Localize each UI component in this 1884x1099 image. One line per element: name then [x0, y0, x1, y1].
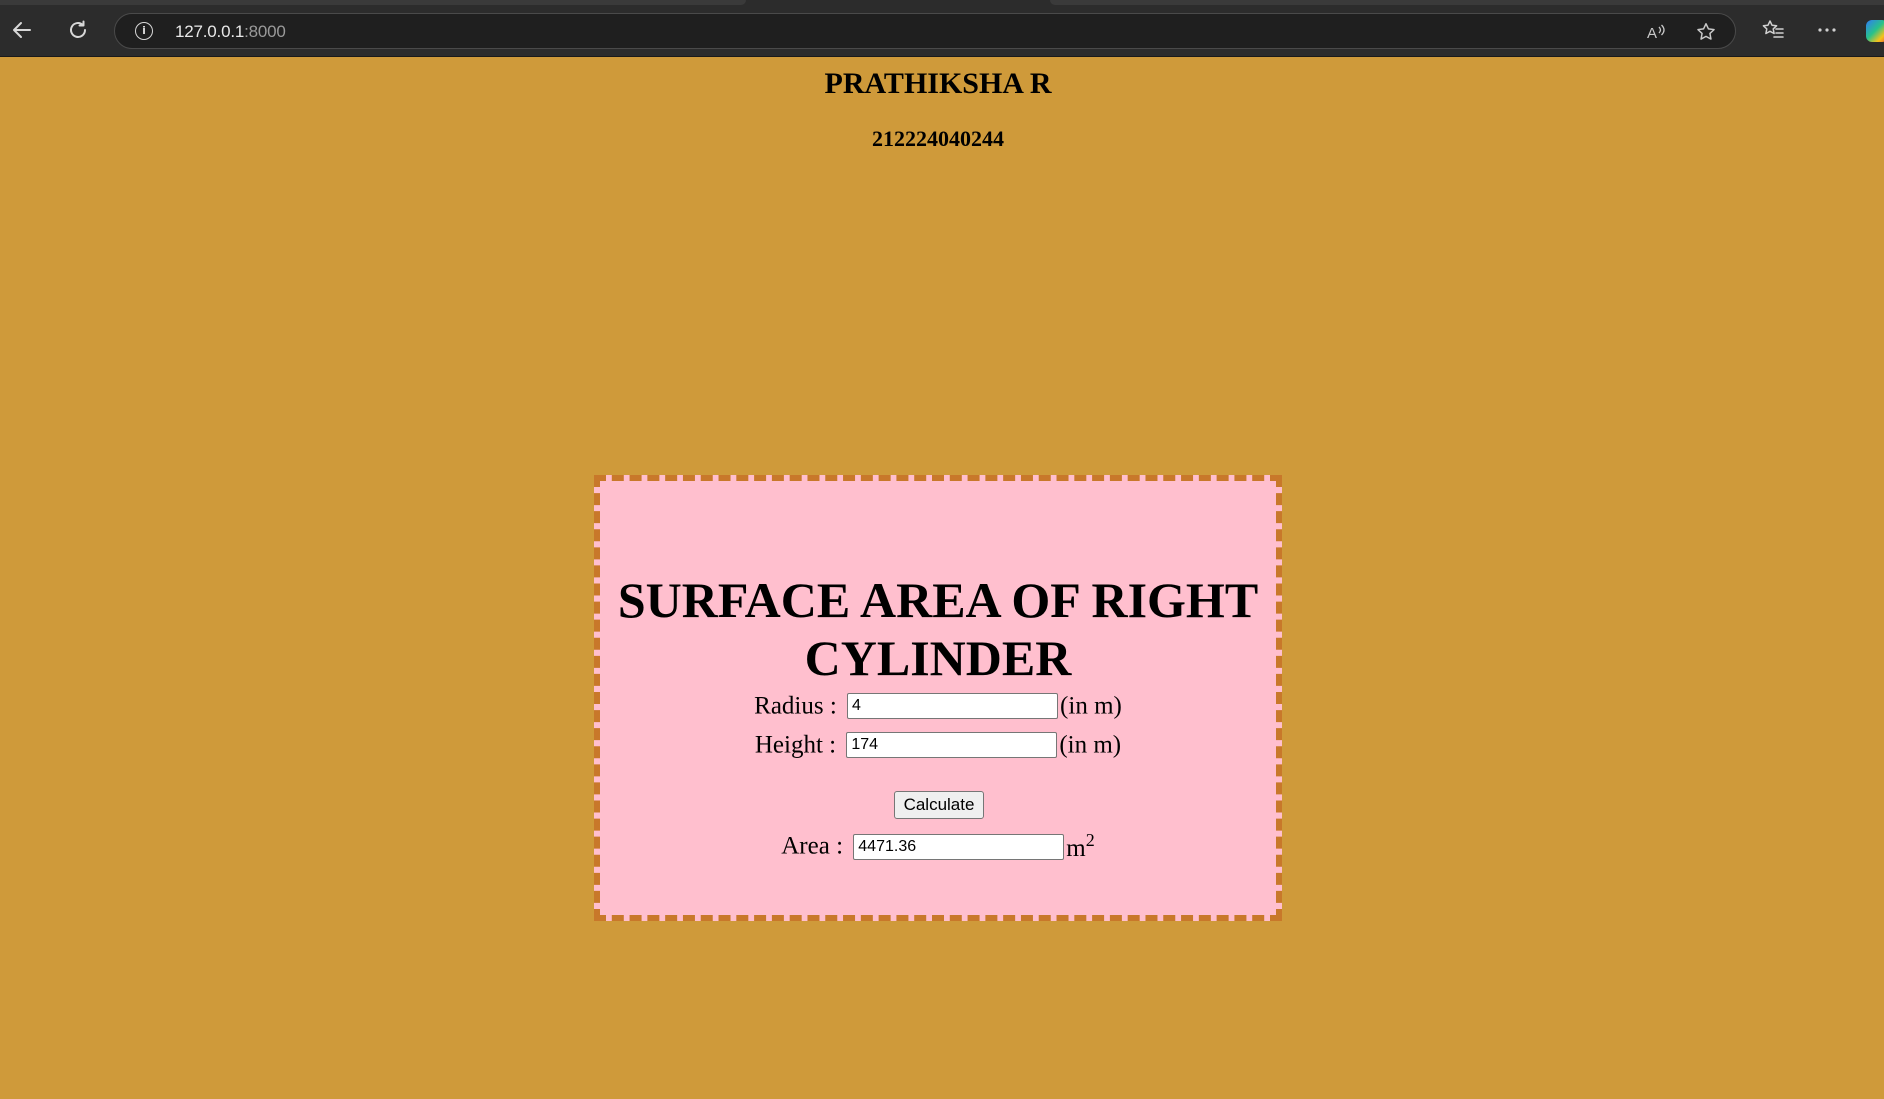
calculator-title: SURFACE AREA OF RIGHT CYLINDER [617, 572, 1259, 686]
tab-strip-left [0, 0, 746, 5]
page-body: PRATHIKSHA R 212224040244 SURFACE AREA O… [0, 57, 1884, 1099]
browser-toolbar: i 127.0.0.1:8000 A [0, 0, 1884, 57]
height-row: Height : (in m) [600, 730, 1276, 759]
radius-input[interactable] [847, 693, 1059, 720]
more-menu-icon[interactable] [1814, 17, 1840, 43]
copilot-icon[interactable] [1866, 20, 1884, 42]
radius-unit: (in m) [1060, 692, 1122, 720]
favorite-star-icon[interactable] [1695, 21, 1717, 43]
tab-strip-right [1050, 0, 1884, 5]
address-bar[interactable]: i 127.0.0.1:8000 A [114, 13, 1736, 49]
svg-text:A: A [1647, 25, 1657, 42]
calculate-button[interactable]: Calculate [894, 791, 984, 819]
read-aloud-icon[interactable]: A [1645, 21, 1667, 43]
calculator-box: SURFACE AREA OF RIGHT CYLINDER Radius : … [594, 475, 1282, 921]
radius-row: Radius : (in m) [600, 691, 1276, 720]
favorites-icon[interactable] [1760, 17, 1786, 43]
back-arrow-icon[interactable] [8, 16, 36, 44]
area-unit-base: m [1066, 835, 1086, 862]
area-unit: m2 [1066, 830, 1094, 862]
url-port: :8000 [244, 22, 286, 41]
register-number: 212224040244 [872, 126, 1004, 151]
refresh-icon[interactable] [64, 16, 92, 44]
area-row: Area : m2 [600, 830, 1276, 863]
url-host: 127.0.0.1 [175, 22, 245, 41]
url-text[interactable]: 127.0.0.1:8000 [175, 22, 286, 42]
site-info-icon[interactable]: i [135, 22, 153, 40]
height-unit: (in m) [1059, 731, 1122, 759]
height-label: Height : [754, 731, 837, 759]
student-name: PRATHIKSHA R [824, 67, 1052, 100]
radius-label: Radius : [754, 692, 837, 720]
area-unit-exponent: 2 [1085, 830, 1095, 850]
area-output[interactable] [853, 833, 1065, 860]
area-label: Area : [781, 832, 844, 860]
height-input[interactable] [846, 732, 1058, 759]
